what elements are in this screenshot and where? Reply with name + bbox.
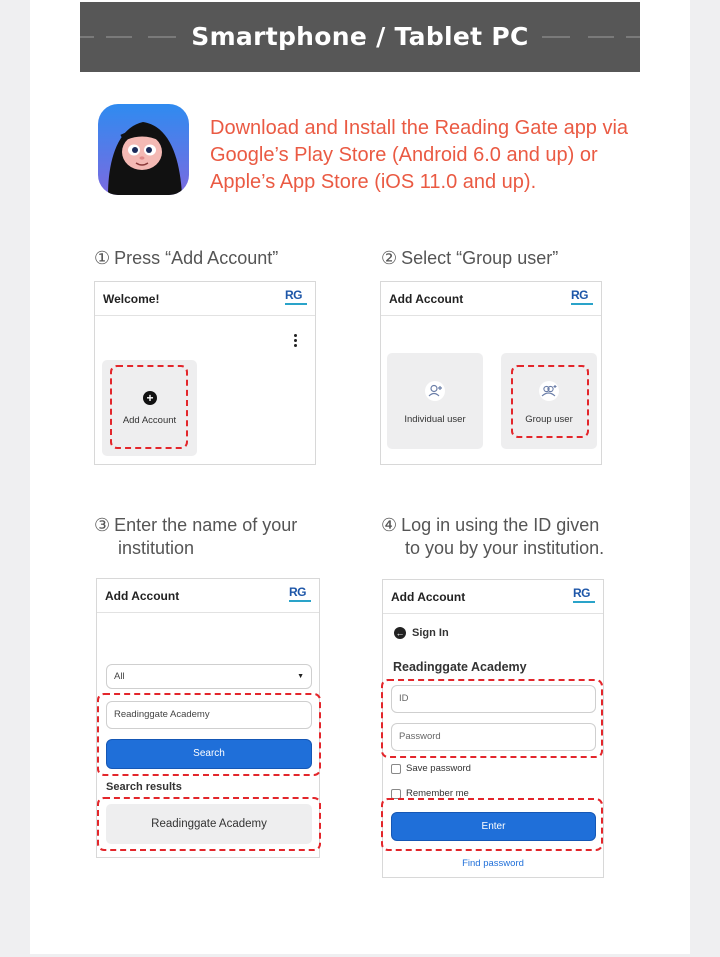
- step-3-heading: ③ Enter the name of your institution: [94, 515, 298, 558]
- screen-title: Add Account: [105, 589, 180, 603]
- rg-logo: RG: [573, 587, 595, 607]
- install-instructions: Download and Install the Reading Gate ap…: [210, 117, 629, 193]
- screen-header: Add Account RG: [381, 282, 601, 316]
- highlight-box: [110, 365, 188, 449]
- reading-gate-app-icon: [98, 104, 189, 195]
- screen-header: Welcome! RG: [95, 282, 315, 316]
- screen-header: Add Account RG: [383, 580, 603, 614]
- rg-logo: RG: [285, 289, 307, 309]
- sign-in-label: Sign In: [412, 627, 449, 639]
- banner-title: Smartphone / Tablet PC: [191, 22, 529, 51]
- rg-logo: RG: [571, 289, 593, 309]
- individual-user-card[interactable]: Individual user: [387, 353, 483, 449]
- screen-user-type: Add Account RG Individual user Group use…: [380, 281, 602, 465]
- dropdown-arrow-icon: ▼: [297, 673, 304, 680]
- screen-title: Add Account: [391, 590, 466, 604]
- region-select[interactable]: All ▼: [106, 664, 312, 689]
- screen-search-institution: Add Account RG All ▼ Readinggate Academy…: [96, 578, 321, 858]
- highlight-box: [511, 365, 589, 438]
- screen-header: Add Account RG: [97, 579, 319, 613]
- highlight-box: [381, 679, 603, 758]
- region-select-value: All: [114, 671, 125, 682]
- screen-sign-in: Add Account RG ← Sign In Readinggate Aca…: [381, 579, 604, 878]
- person-add-icon: [425, 381, 445, 401]
- save-password-checkbox[interactable]: [391, 764, 401, 774]
- step-4-heading: ④ Log in using the ID given to you by you…: [381, 515, 605, 558]
- screen-welcome: Welcome! RG + Add Account: [94, 281, 316, 465]
- find-password-link[interactable]: Find password: [383, 858, 603, 869]
- more-options-icon[interactable]: [294, 334, 298, 347]
- save-password-label: Save password: [406, 763, 471, 774]
- screen-title: Welcome!: [103, 292, 160, 306]
- individual-user-label: Individual user: [404, 414, 466, 425]
- step-1-heading: ① Press “Add Account”: [94, 248, 279, 269]
- highlight-box: [97, 693, 321, 776]
- screen-title: Add Account: [389, 292, 464, 306]
- highlight-box: [381, 798, 603, 851]
- search-results-heading: Search results: [106, 781, 182, 793]
- academy-name: Readinggate Academy: [393, 660, 527, 674]
- back-arrow-icon[interactable]: ←: [394, 627, 406, 639]
- title-banner: Smartphone / Tablet PC: [80, 2, 640, 72]
- highlight-box: [97, 797, 321, 851]
- rg-logo: RG: [289, 586, 311, 606]
- step-2-heading: ② Select “Group user”: [381, 248, 559, 269]
